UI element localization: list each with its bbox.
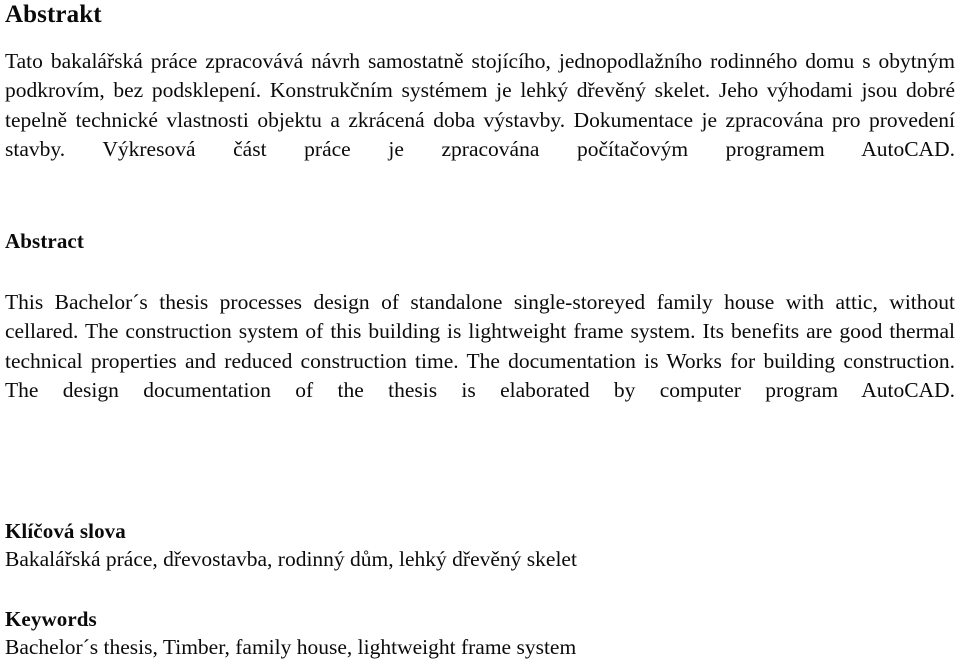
abstract-paragraph: This Bachelor´s thesis processes design …: [5, 290, 955, 403]
keywords-list: Bachelor´s thesis, Timber, family house,…: [5, 635, 577, 659]
klicova-slova-list: Bakalářská práce, dřevostavba, rodinný d…: [5, 547, 577, 571]
abstrakt-paragraph: Tato bakalářská práce zpracovává návrh s…: [5, 49, 955, 162]
klicova-slova-heading: Klíčová slova: [5, 519, 126, 543]
keywords-heading: Keywords: [5, 607, 97, 631]
document-page: Abstrakt Tato bakalářská práce zpracováv…: [0, 0, 960, 664]
abstrakt-heading: Abstrakt: [5, 1, 102, 28]
abstract-heading: Abstract: [5, 229, 84, 253]
